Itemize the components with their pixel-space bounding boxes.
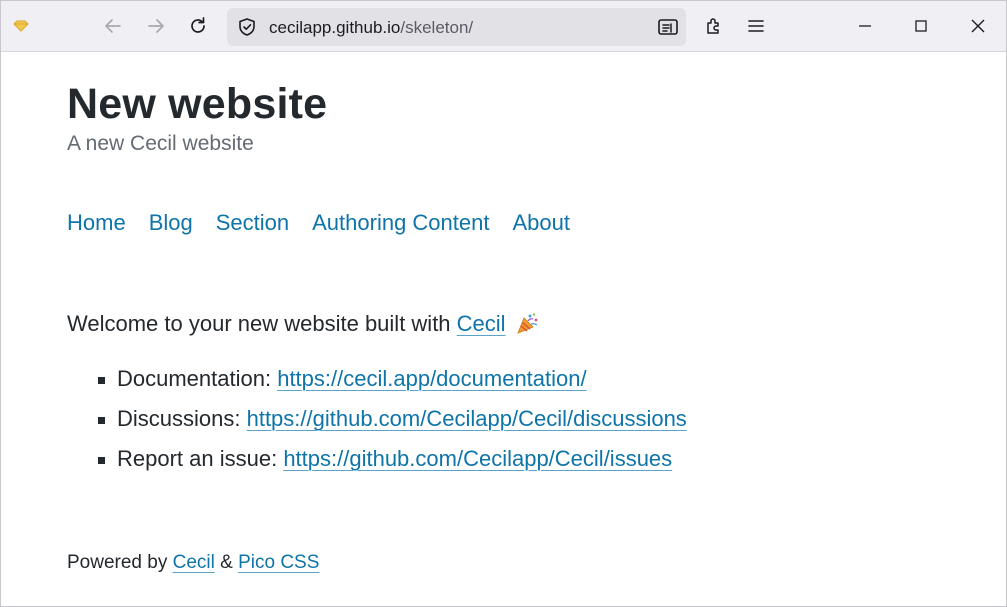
shield-icon[interactable] bbox=[237, 17, 257, 37]
resource-list: Documentation: https://cecil.app/documen… bbox=[98, 366, 687, 486]
forward-button[interactable] bbox=[140, 10, 172, 42]
close-icon bbox=[968, 16, 988, 36]
documentation-link[interactable]: https://cecil.app/documentation/ bbox=[277, 366, 586, 391]
issues-link[interactable]: https://github.com/Cecilapp/Cecil/issues bbox=[283, 446, 672, 471]
list-item: Report an issue: https://github.com/Ceci… bbox=[98, 446, 687, 486]
footer-separator: & bbox=[214, 552, 239, 573]
list-item: Documentation: https://cecil.app/documen… bbox=[98, 366, 687, 406]
maximize-icon bbox=[911, 16, 931, 36]
footer-cecil-link[interactable]: Cecil bbox=[173, 552, 215, 573]
minimize-button[interactable] bbox=[849, 10, 881, 42]
nav-blog[interactable]: Blog bbox=[149, 210, 193, 236]
nav-about[interactable]: About bbox=[512, 210, 570, 236]
nav-home[interactable]: Home bbox=[67, 210, 126, 236]
browser-toolbar: cecilapp.github.io/skeleton/ bbox=[1, 1, 1006, 52]
reader-view-icon[interactable] bbox=[656, 15, 680, 39]
nav-authoring-content[interactable]: Authoring Content bbox=[312, 210, 489, 236]
extensions-button[interactable] bbox=[698, 10, 730, 42]
party-popper-icon bbox=[516, 312, 540, 340]
url-bar[interactable]: cecilapp.github.io/skeleton/ bbox=[227, 8, 686, 46]
welcome-paragraph: Welcome to your new website built with C… bbox=[67, 311, 540, 340]
forward-icon bbox=[146, 16, 166, 36]
reload-icon bbox=[188, 16, 208, 36]
url-host: cecilapp.github.io bbox=[269, 18, 401, 37]
menu-icon bbox=[746, 16, 766, 36]
list-item-label: Documentation: bbox=[117, 366, 278, 391]
nav-section[interactable]: Section bbox=[216, 210, 289, 236]
cecil-link[interactable]: Cecil bbox=[457, 311, 506, 336]
extensions-icon bbox=[704, 16, 724, 36]
list-item-label: Report an issue: bbox=[117, 446, 284, 471]
menu-button[interactable] bbox=[740, 10, 772, 42]
url-path: /skeleton/ bbox=[400, 18, 474, 37]
url-text[interactable]: cecilapp.github.io/skeleton/ bbox=[269, 18, 473, 38]
close-window-button[interactable] bbox=[962, 10, 994, 42]
reload-button[interactable] bbox=[182, 10, 214, 42]
list-item: Discussions: https://github.com/Cecilapp… bbox=[98, 406, 687, 446]
minimize-icon bbox=[855, 16, 875, 36]
maximize-button[interactable] bbox=[905, 10, 937, 42]
footer: Powered by Cecil & Pico CSS bbox=[67, 552, 319, 574]
back-button[interactable] bbox=[97, 10, 129, 42]
main-nav: Home Blog Section Authoring Content Abou… bbox=[67, 210, 593, 236]
discussions-link[interactable]: https://github.com/Cecilapp/Cecil/discus… bbox=[247, 406, 687, 431]
footer-pico-link[interactable]: Pico CSS bbox=[238, 552, 319, 573]
footer-prefix: Powered by bbox=[67, 552, 173, 573]
list-item-label: Discussions: bbox=[117, 406, 247, 431]
site-subtitle: A new Cecil website bbox=[67, 132, 254, 155]
welcome-text: Welcome to your new website built with bbox=[67, 311, 457, 336]
back-icon bbox=[103, 16, 123, 36]
favicon-icon bbox=[11, 17, 31, 37]
site-title[interactable]: New website bbox=[67, 80, 327, 129]
